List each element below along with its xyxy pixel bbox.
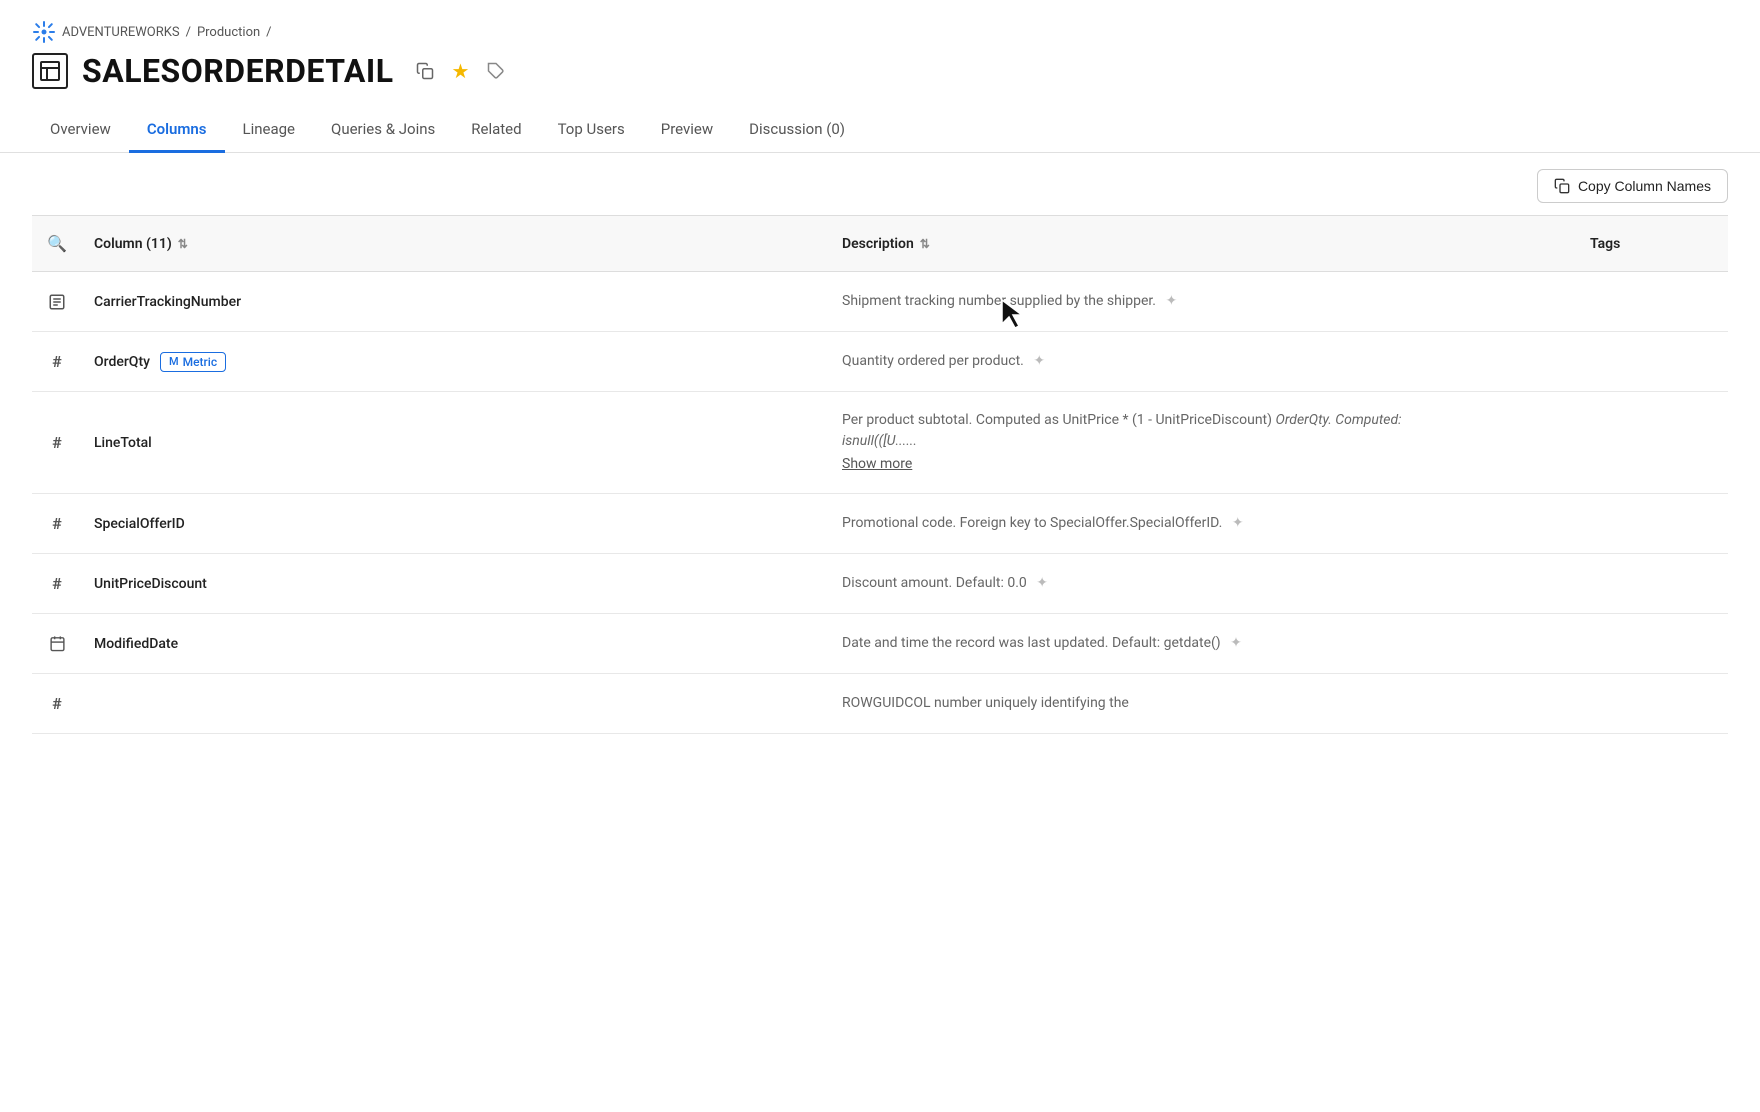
column-description: Promotional code. Foreign key to Special… xyxy=(830,507,1578,540)
column-name-text: OrderQty xyxy=(94,354,150,370)
column-tags xyxy=(1578,578,1728,590)
tab-lineage[interactable]: Lineage xyxy=(225,108,314,153)
column-tags xyxy=(1578,437,1728,449)
table-row: # UnitPriceDiscount Discount amount. Def… xyxy=(32,554,1728,614)
tab-overview[interactable]: Overview xyxy=(32,108,129,153)
metric-icon: M xyxy=(169,355,179,368)
search-column-header[interactable]: 🔍 xyxy=(32,226,82,261)
column-tags xyxy=(1578,518,1728,530)
column-type-icon: # xyxy=(32,568,82,599)
tag-button[interactable] xyxy=(483,58,509,84)
page-title: SALESORDERDETAIL xyxy=(82,52,394,90)
column-type-icon xyxy=(32,287,82,317)
tabs: Overview Columns Lineage Queries & Joins… xyxy=(0,108,1760,153)
add-tag-inline[interactable]: ✦ xyxy=(1232,515,1244,531)
column-name: OrderQty M Metric xyxy=(82,346,830,378)
table-row: # ROWGUIDCOL number uniquely identifying… xyxy=(32,674,1728,734)
description-text: Date and time the record was last update… xyxy=(842,635,1221,651)
metric-label: Metric xyxy=(183,355,217,369)
column-description: Discount amount. Default: 0.0 ✦ xyxy=(830,567,1578,600)
column-name-text: ModifiedDate xyxy=(94,636,178,652)
tags-header-label: Tags xyxy=(1590,236,1620,252)
copy-icon xyxy=(1554,178,1570,194)
add-tag-inline[interactable]: ✦ xyxy=(1036,575,1048,591)
breadcrumb-production: Production xyxy=(197,25,260,40)
tab-related[interactable]: Related xyxy=(453,108,539,153)
copy-button-label: Copy Column Names xyxy=(1578,178,1711,194)
description-text: Per product subtotal. Computed as UnitPr… xyxy=(842,412,1402,449)
column-header-label: Column (11) xyxy=(94,236,172,252)
description-text: Quantity ordered per product. xyxy=(842,353,1024,369)
tab-columns[interactable]: Columns xyxy=(129,108,225,153)
column-description: Shipment tracking number supplied by the… xyxy=(830,285,1578,318)
column-name: CarrierTrackingNumber xyxy=(82,288,830,316)
breadcrumb: ADVENTUREWORKS / Production / xyxy=(32,20,1728,44)
column-sort-icon: ⇅ xyxy=(178,237,188,251)
column-description: Per product subtotal. Computed as UnitPr… xyxy=(830,404,1578,481)
tags-header: Tags xyxy=(1578,228,1728,260)
column-name-text: UnitPriceDiscount xyxy=(94,576,207,592)
table-row: ModifiedDate Date and time the record wa… xyxy=(32,614,1728,674)
column-description: Quantity ordered per product. ✦ xyxy=(830,345,1578,378)
column-tags xyxy=(1578,698,1728,710)
column-type-icon: # xyxy=(32,427,82,458)
table-row: # LineTotal Per product subtotal. Comput… xyxy=(32,392,1728,494)
column-name: SpecialOfferID xyxy=(82,510,830,538)
column-type-icon xyxy=(32,629,82,658)
table-type-icon xyxy=(32,53,68,89)
copy-column-names-button[interactable]: Copy Column Names xyxy=(1537,169,1728,203)
description-text: Promotional code. Foreign key to Special… xyxy=(842,515,1222,531)
content-area: Copy Column Names 🔍 Column (11) ⇅ Descri… xyxy=(0,153,1760,750)
table-row: CarrierTrackingNumber Shipment tracking … xyxy=(32,272,1728,332)
description-header-label: Description xyxy=(842,236,914,252)
add-tag-inline[interactable]: ✦ xyxy=(1230,635,1242,651)
favorite-button[interactable]: ★ xyxy=(448,55,474,88)
column-type-icon: # xyxy=(32,346,82,377)
header: ADVENTUREWORKS / Production / SALESORDER… xyxy=(0,0,1760,90)
breadcrumb-text: ADVENTUREWORKS xyxy=(62,25,180,40)
breadcrumb-sep2: / xyxy=(266,25,271,40)
column-type-icon: # xyxy=(32,508,82,539)
tab-discussion[interactable]: Discussion (0) xyxy=(731,108,863,153)
description-header[interactable]: Description ⇅ xyxy=(830,228,1578,260)
column-name: UnitPriceDiscount xyxy=(82,570,830,598)
add-tag-inline[interactable]: ✦ xyxy=(1033,353,1045,369)
column-tags xyxy=(1578,356,1728,368)
tab-preview[interactable]: Preview xyxy=(643,108,731,153)
column-name: LineTotal xyxy=(82,429,830,457)
column-type-icon: # xyxy=(32,688,82,719)
column-name xyxy=(82,698,830,710)
table-row: # SpecialOfferID Promotional code. Forei… xyxy=(32,494,1728,554)
column-name-header[interactable]: Column (11) ⇅ xyxy=(82,228,830,260)
show-more-link[interactable]: Show more xyxy=(842,454,1566,475)
column-tags xyxy=(1578,638,1728,650)
description-text: ROWGUIDCOL number uniquely identifying t… xyxy=(842,695,1129,711)
table-header: 🔍 Column (11) ⇅ Description ⇅ Tags xyxy=(32,215,1728,272)
column-description: Date and time the record was last update… xyxy=(830,627,1578,660)
column-tags xyxy=(1578,296,1728,308)
column-description: ROWGUIDCOL number uniquely identifying t… xyxy=(830,687,1578,720)
snowflake-icon xyxy=(32,20,56,44)
copy-link-button[interactable] xyxy=(412,58,438,84)
search-icon: 🔍 xyxy=(47,234,67,253)
breadcrumb-sep1: / xyxy=(186,25,191,40)
tab-top-users[interactable]: Top Users xyxy=(540,108,643,153)
column-name-text: LineTotal xyxy=(94,435,152,451)
metric-badge: M Metric xyxy=(160,352,226,372)
table-row: # OrderQty M Metric Quantity ordered per… xyxy=(32,332,1728,392)
column-name-text: SpecialOfferID xyxy=(94,516,185,532)
column-name-text: CarrierTrackingNumber xyxy=(94,294,241,310)
toolbar: Copy Column Names xyxy=(32,169,1728,203)
title-actions: ★ xyxy=(412,55,510,88)
description-text: Discount amount. Default: 0.0 xyxy=(842,575,1027,591)
title-row: SALESORDERDETAIL ★ xyxy=(32,52,1728,90)
tab-queries-joins[interactable]: Queries & Joins xyxy=(313,108,453,153)
column-name: ModifiedDate xyxy=(82,630,830,658)
description-sort-icon: ⇅ xyxy=(920,237,930,251)
add-tag-inline[interactable]: ✦ xyxy=(1165,293,1177,309)
description-text: Shipment tracking number supplied by the… xyxy=(842,293,1156,309)
